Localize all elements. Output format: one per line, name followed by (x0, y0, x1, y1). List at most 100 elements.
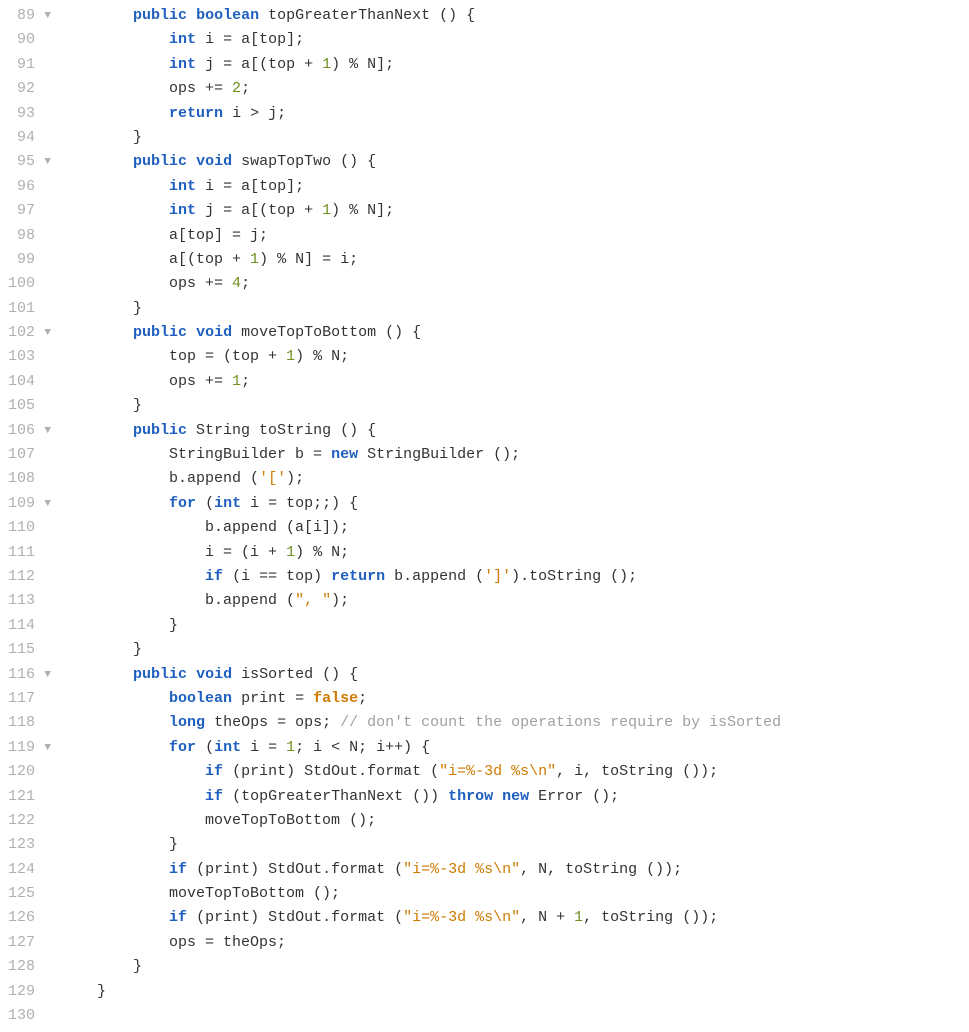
code-line[interactable]: b.append (", "); (61, 589, 969, 613)
fold-toggle-icon[interactable]: ▼ (44, 736, 51, 760)
code-line[interactable]: a[(top + 1) % N] = i; (61, 248, 969, 272)
line-number[interactable]: 94 (8, 126, 53, 150)
fold-toggle-icon[interactable]: ▼ (44, 4, 51, 28)
code-line[interactable]: public void isSorted () { (61, 663, 969, 687)
line-number[interactable]: 120 (8, 760, 53, 784)
line-number[interactable]: 110 (8, 516, 53, 540)
line-number-text: 118 (8, 714, 35, 731)
line-number[interactable]: 124 (8, 858, 53, 882)
line-number-text: 122 (8, 812, 35, 829)
code-line[interactable]: } (61, 980, 969, 1004)
line-number[interactable]: 108 (8, 467, 53, 491)
line-number[interactable]: 121 (8, 785, 53, 809)
code-line[interactable]: return i > j; (61, 102, 969, 126)
code-line[interactable]: for (int i = 1; i < N; i++) { (61, 736, 969, 760)
line-number-text: 126 (8, 909, 35, 926)
code-line[interactable]: StringBuilder b = new StringBuilder (); (61, 443, 969, 467)
code-line[interactable]: } (61, 297, 969, 321)
code-line[interactable]: int i = a[top]; (61, 175, 969, 199)
code-line[interactable]: } (61, 833, 969, 857)
code-line[interactable]: public void swapTopTwo () { (61, 150, 969, 174)
line-number[interactable]: 95▼ (8, 150, 53, 174)
code-line[interactable]: ops += 1; (61, 370, 969, 394)
code-line[interactable]: public String toString () { (61, 419, 969, 443)
fold-toggle-icon[interactable]: ▼ (44, 419, 51, 443)
code-line[interactable]: int i = a[top]; (61, 28, 969, 52)
line-number[interactable]: 106▼ (8, 419, 53, 443)
line-number[interactable]: 130 (8, 1004, 53, 1028)
line-number[interactable]: 102▼ (8, 321, 53, 345)
code-line[interactable]: for (int i = top;;) { (61, 492, 969, 516)
line-number[interactable]: 89▼ (8, 4, 53, 28)
line-number[interactable]: 92 (8, 77, 53, 101)
line-number[interactable]: 97 (8, 199, 53, 223)
line-number[interactable]: 126 (8, 906, 53, 930)
code-line[interactable]: i = (i + 1) % N; (61, 541, 969, 565)
line-number[interactable]: 100 (8, 272, 53, 296)
line-number[interactable]: 109▼ (8, 492, 53, 516)
line-number[interactable]: 129 (8, 980, 53, 1004)
line-number[interactable]: 118 (8, 711, 53, 735)
line-number[interactable]: 99 (8, 248, 53, 272)
fold-toggle-icon[interactable]: ▼ (44, 663, 51, 687)
code-line[interactable] (61, 1004, 969, 1028)
code-line[interactable]: b.append (a[i]); (61, 516, 969, 540)
line-number[interactable]: 90 (8, 28, 53, 52)
line-number[interactable]: 101 (8, 297, 53, 321)
fold-toggle-icon[interactable]: ▼ (44, 492, 51, 516)
line-number[interactable]: 116▼ (8, 663, 53, 687)
code-area[interactable]: public boolean topGreaterThanNext () { i… (57, 0, 969, 1032)
line-number[interactable]: 91 (8, 53, 53, 77)
line-number[interactable]: 117 (8, 687, 53, 711)
code-line[interactable]: } (61, 394, 969, 418)
code-line[interactable]: a[top] = j; (61, 224, 969, 248)
code-line[interactable]: if (print) StdOut.format ("i=%-3d %s\n",… (61, 906, 969, 930)
line-number[interactable]: 114 (8, 614, 53, 638)
code-line[interactable]: } (61, 126, 969, 150)
code-line[interactable]: if (print) StdOut.format ("i=%-3d %s\n",… (61, 858, 969, 882)
code-line[interactable]: int j = a[(top + 1) % N]; (61, 199, 969, 223)
code-line[interactable]: top = (top + 1) % N; (61, 345, 969, 369)
code-line[interactable]: public void moveTopToBottom () { (61, 321, 969, 345)
code-line[interactable]: moveTopToBottom (); (61, 809, 969, 833)
code-line[interactable]: int j = a[(top + 1) % N]; (61, 53, 969, 77)
code-line[interactable]: if (print) StdOut.format ("i=%-3d %s\n",… (61, 760, 969, 784)
line-number[interactable]: 119▼ (8, 736, 53, 760)
line-number[interactable]: 104 (8, 370, 53, 394)
line-number-text: 130 (8, 1007, 35, 1024)
line-number[interactable]: 123 (8, 833, 53, 857)
line-number[interactable]: 115 (8, 638, 53, 662)
line-number[interactable]: 105 (8, 394, 53, 418)
code-line[interactable]: public boolean topGreaterThanNext () { (61, 4, 969, 28)
code-line[interactable]: long theOps = ops; // don't count the op… (61, 711, 969, 735)
code-line[interactable]: boolean print = false; (61, 687, 969, 711)
line-number[interactable]: 96 (8, 175, 53, 199)
line-number[interactable]: 128 (8, 955, 53, 979)
line-number[interactable]: 107 (8, 443, 53, 467)
fold-toggle-icon[interactable]: ▼ (44, 321, 51, 345)
line-number-text: 97 (17, 202, 35, 219)
code-line[interactable]: ops += 4; (61, 272, 969, 296)
code-line[interactable]: b.append ('['); (61, 467, 969, 491)
code-editor[interactable]: 89▼90919293 94 95▼96 97 9899100101102▼103104… (0, 0, 969, 1032)
line-number[interactable]: 111 (8, 541, 53, 565)
line-number[interactable]: 122 (8, 809, 53, 833)
code-line[interactable]: ops += 2; (61, 77, 969, 101)
code-line[interactable]: moveTopToBottom (); (61, 882, 969, 906)
code-line[interactable]: } (61, 638, 969, 662)
code-line[interactable]: } (61, 955, 969, 979)
line-number[interactable]: 113 (8, 589, 53, 613)
line-number[interactable]: 112 (8, 565, 53, 589)
line-number[interactable]: 98 (8, 224, 53, 248)
code-line[interactable]: if (i == top) return b.append (']').toSt… (61, 565, 969, 589)
line-number[interactable]: 127 (8, 931, 53, 955)
line-number[interactable]: 103 (8, 345, 53, 369)
line-number[interactable]: 93 (8, 102, 53, 126)
code-line[interactable]: } (61, 614, 969, 638)
line-number-text: 94 (17, 129, 35, 146)
code-line[interactable]: if (topGreaterThanNext ()) throw new Err… (61, 785, 969, 809)
line-number[interactable]: 125 (8, 882, 53, 906)
line-number-text: 128 (8, 958, 35, 975)
fold-toggle-icon[interactable]: ▼ (44, 150, 51, 174)
code-line[interactable]: ops = theOps; (61, 931, 969, 955)
